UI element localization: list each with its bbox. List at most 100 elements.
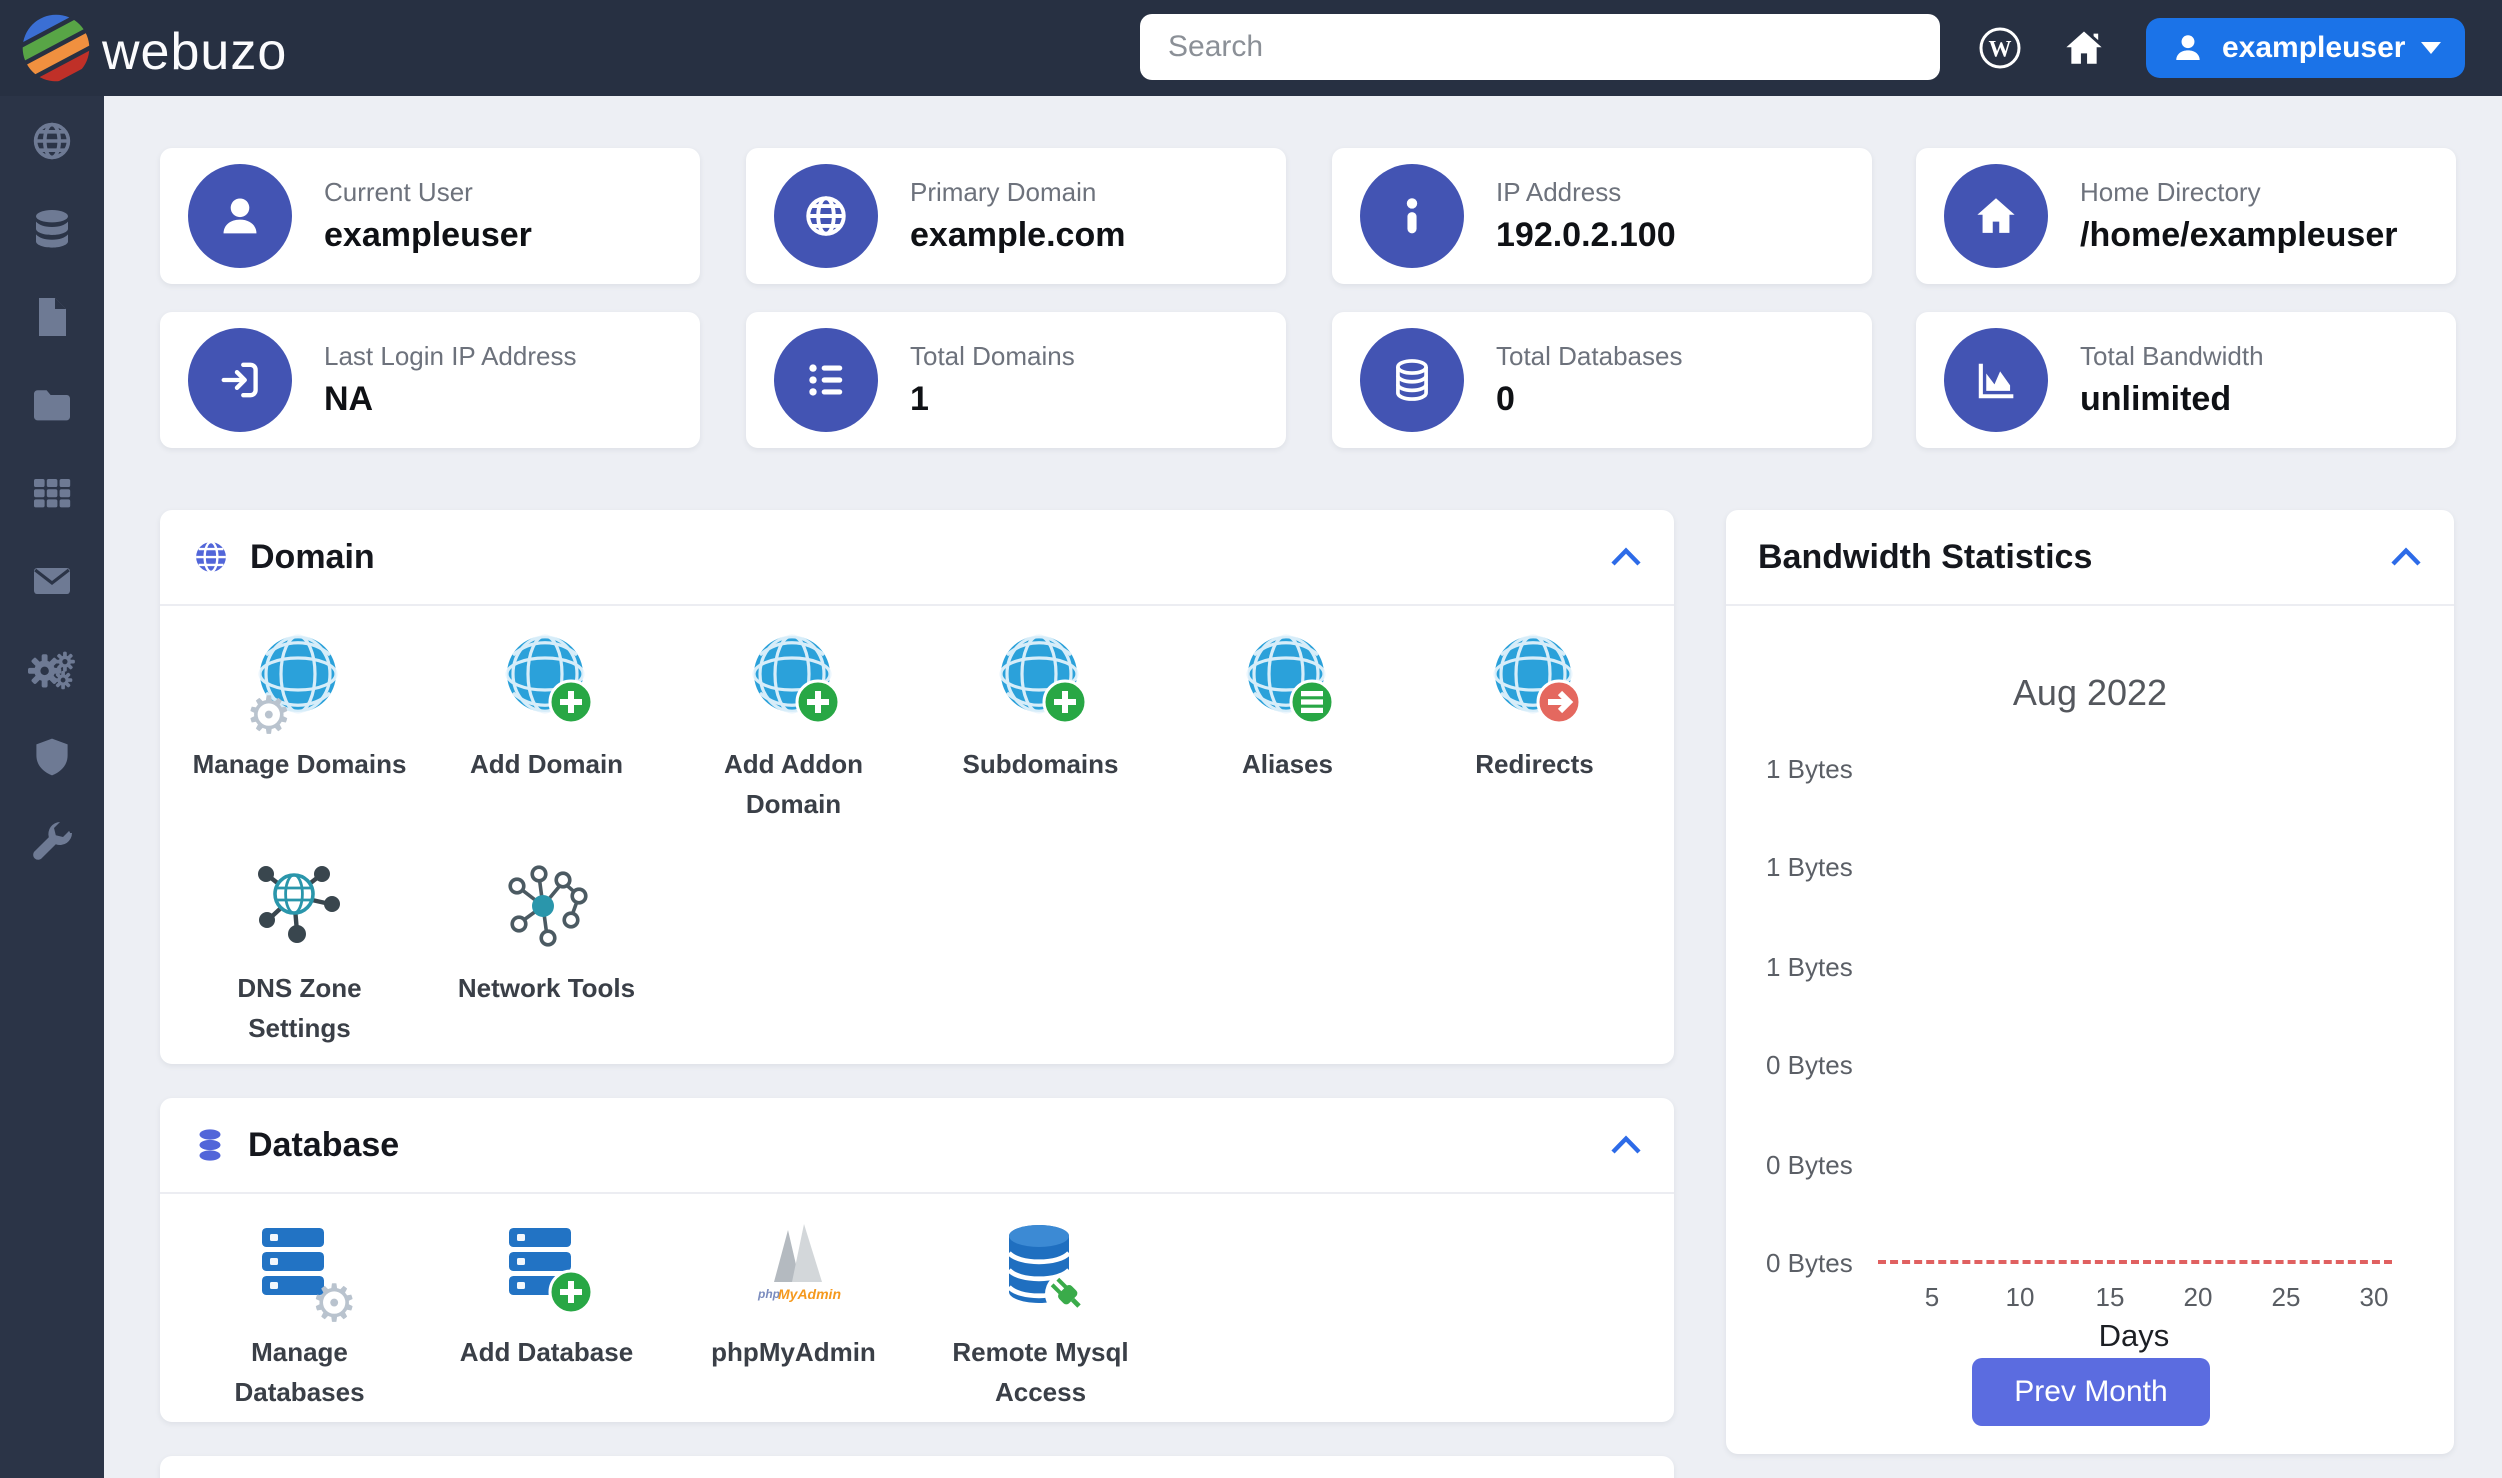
wordpress-icon[interactable]: W bbox=[1976, 24, 2024, 72]
stat-label: Last Login IP Address bbox=[324, 341, 577, 371]
stat-value: 192.0.2.100 bbox=[1496, 216, 1676, 254]
list-icon bbox=[774, 328, 878, 432]
globe-plus-icon bbox=[497, 630, 597, 730]
sidebar-item-utilities[interactable] bbox=[28, 822, 76, 868]
stat-value: example.com bbox=[910, 216, 1126, 254]
tile-aliases[interactable]: Aliases bbox=[1164, 626, 1411, 850]
panel-title: Database bbox=[248, 1125, 400, 1164]
gear-icon: ⚙ bbox=[310, 1275, 358, 1333]
tile-add-domain[interactable]: Add Domain bbox=[423, 626, 670, 850]
sidebar bbox=[0, 96, 104, 1478]
tile-dns-zone-settings[interactable]: DNS Zone Settings bbox=[176, 850, 423, 1074]
folder-icon bbox=[34, 390, 70, 421]
stat-card-total-databases: Total Databases 0 bbox=[1332, 312, 1872, 448]
sign-in-icon bbox=[188, 328, 292, 432]
stat-card-primary-domain: Primary Domain example.com bbox=[746, 148, 1286, 284]
stat-card-current-user: Current User exampleuser bbox=[160, 148, 700, 284]
gears-icon bbox=[28, 651, 75, 690]
stat-value: 0 bbox=[1496, 380, 1515, 418]
phpmyadmin-logo: php MyAdmin bbox=[744, 1218, 844, 1318]
webuzo-dashboard: webuzo W exampleuser bbox=[0, 0, 2502, 1478]
user-menu-button[interactable]: exampleuser bbox=[2146, 18, 2466, 78]
stat-card-ip-address: IP Address 192.0.2.100 bbox=[1332, 148, 1872, 284]
globe-icon bbox=[33, 122, 71, 160]
shield-icon bbox=[36, 738, 68, 776]
sidebar-item-apps[interactable] bbox=[28, 470, 76, 516]
y-tick-label: 0 Bytes bbox=[1766, 1150, 1853, 1180]
tile-subdomains[interactable]: Subdomains bbox=[917, 626, 1164, 850]
collapse-chevron-icon[interactable] bbox=[2390, 547, 2422, 567]
sidebar-item-files[interactable] bbox=[28, 294, 76, 340]
sidebar-item-settings[interactable] bbox=[28, 646, 76, 692]
stat-value: unlimited bbox=[2080, 380, 2232, 418]
y-tick-label: 1 Bytes bbox=[1766, 952, 1853, 982]
stat-value: /home/exampleuser bbox=[2080, 216, 2398, 254]
globe-plus-icon bbox=[744, 630, 844, 730]
server-gear-icon: ⚙ bbox=[250, 1218, 358, 1330]
stat-card-total-bandwidth: Total Bandwidth unlimited bbox=[1916, 312, 2456, 448]
domain-tiles: ⚙ Manage Domains Add Domain Add Addon Do… bbox=[160, 606, 1674, 1074]
stat-card-last-login-ip: Last Login IP Address NA bbox=[160, 312, 700, 448]
server-plus-icon bbox=[497, 1218, 597, 1318]
stat-card-total-domains: Total Domains 1 bbox=[746, 312, 1286, 448]
tile-redirects[interactable]: Redirects bbox=[1411, 626, 1658, 850]
globe-list-icon bbox=[1238, 630, 1338, 730]
x-tick-label: 5 bbox=[1924, 1282, 1940, 1312]
bandwidth-panel-header: Bandwidth Statistics bbox=[1726, 510, 2454, 606]
tile-remote-mysql-access[interactable]: Remote Mysql Access bbox=[917, 1214, 1164, 1438]
database-panel: Database ⚙ Manage Databases Add Database… bbox=[160, 1098, 1674, 1422]
database-tiles: ⚙ Manage Databases Add Database php MyAd… bbox=[160, 1194, 1674, 1438]
webuzo-logo[interactable]: webuzo bbox=[10, 2, 288, 94]
svg-text:W: W bbox=[1989, 37, 2012, 62]
svg-text:php: php bbox=[757, 1287, 780, 1301]
stat-value: NA bbox=[324, 380, 374, 418]
brand-name: webuzo bbox=[102, 23, 288, 81]
sidebar-item-directories[interactable] bbox=[28, 382, 76, 428]
tile-add-addon-domain[interactable]: Add Addon Domain bbox=[670, 626, 917, 850]
collapse-chevron-icon[interactable] bbox=[1610, 547, 1642, 567]
tile-add-database[interactable]: Add Database bbox=[423, 1214, 670, 1438]
x-tick-label: 25 bbox=[2271, 1282, 2301, 1312]
tile-manage-databases[interactable]: ⚙ Manage Databases bbox=[176, 1214, 423, 1438]
y-tick-label: 1 Bytes bbox=[1766, 754, 1853, 784]
stat-label: Total Domains bbox=[910, 341, 1075, 371]
stat-label: Home Directory bbox=[2080, 177, 2261, 207]
svg-text:MyAdmin: MyAdmin bbox=[778, 1286, 841, 1302]
database-icon bbox=[36, 210, 68, 248]
database-panel-header: Database bbox=[160, 1098, 1674, 1194]
home-icon bbox=[1944, 164, 2048, 268]
y-tick-label: 0 Bytes bbox=[1766, 1050, 1853, 1080]
domain-panel: Domain ⚙ Manage Domains Add Domain Add A… bbox=[160, 510, 1674, 1064]
x-axis-label: Days bbox=[2098, 1318, 2170, 1353]
chart-title: Aug 2022 bbox=[2012, 672, 2168, 713]
sidebar-item-databases[interactable] bbox=[28, 206, 76, 252]
globe-plus-icon bbox=[991, 630, 1091, 730]
search-input[interactable] bbox=[1140, 14, 1940, 80]
stat-label: Current User bbox=[324, 177, 473, 207]
topbar: webuzo W exampleuser bbox=[0, 0, 2502, 96]
x-tick-label: 20 bbox=[2183, 1282, 2213, 1312]
zero-bandwidth-dashed-line bbox=[1878, 1260, 2392, 1264]
sidebar-item-security[interactable] bbox=[28, 734, 76, 780]
x-tick-label: 15 bbox=[2095, 1282, 2125, 1312]
dns-network-icon bbox=[250, 854, 350, 954]
panel-title: Bandwidth Statistics bbox=[1758, 537, 2093, 576]
tile-manage-domains[interactable]: ⚙ Manage Domains bbox=[176, 626, 423, 850]
stat-value: 1 bbox=[910, 380, 929, 418]
collapse-chevron-icon[interactable] bbox=[1610, 1135, 1642, 1155]
sidebar-item-domains[interactable] bbox=[28, 118, 76, 164]
next-panel-partial bbox=[160, 1456, 1674, 1478]
tile-phpmyadmin[interactable]: php MyAdmin phpMyAdmin bbox=[670, 1214, 917, 1438]
home-icon[interactable] bbox=[2060, 24, 2108, 72]
grid-icon bbox=[34, 479, 71, 508]
database-icon bbox=[199, 1129, 221, 1161]
stat-label: Total Bandwidth bbox=[2080, 341, 2264, 371]
sidebar-item-email[interactable] bbox=[28, 558, 76, 604]
stat-label: IP Address bbox=[1496, 177, 1622, 207]
stat-label: Primary Domain bbox=[910, 177, 1097, 207]
tile-network-tools[interactable]: Network Tools bbox=[423, 850, 670, 1074]
user-icon bbox=[188, 164, 292, 268]
globe-arrow-icon bbox=[1485, 630, 1585, 730]
domain-panel-header: Domain bbox=[160, 510, 1674, 606]
prev-month-button[interactable]: Prev Month bbox=[1972, 1358, 2210, 1426]
